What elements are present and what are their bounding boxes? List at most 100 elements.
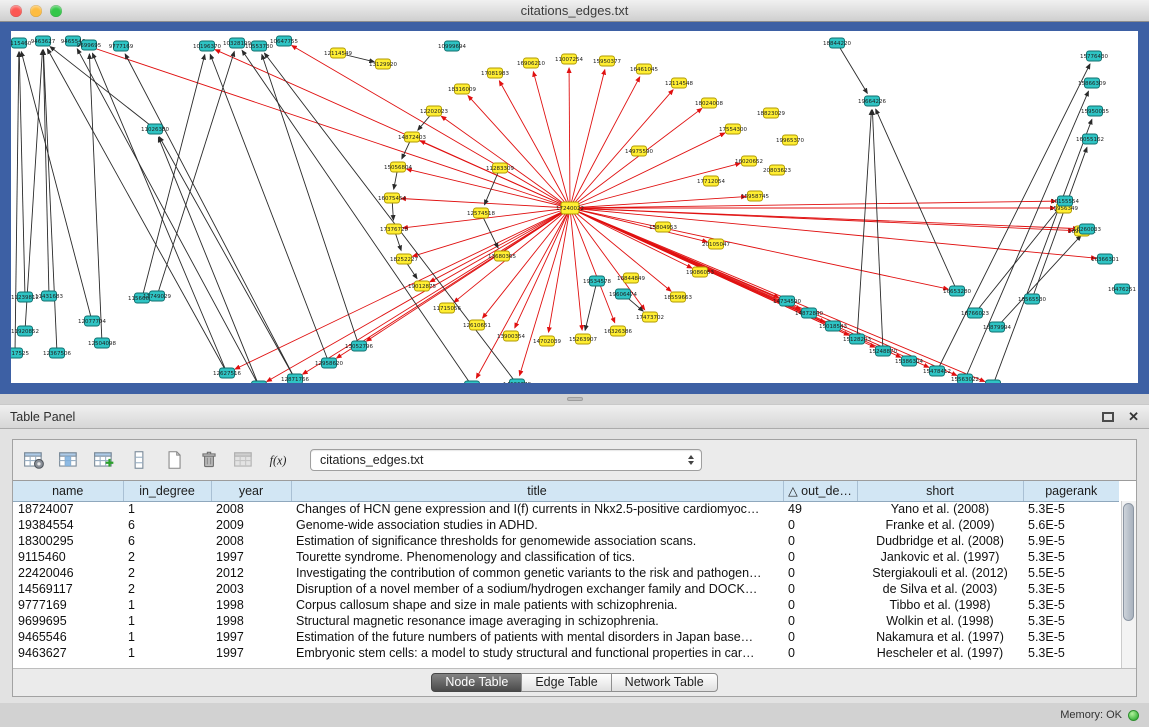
graph-node[interactable] — [42, 291, 57, 301]
graph-node[interactable] — [455, 84, 470, 94]
network-canvas[interactable]: 1724002215958745160206521755430018024008… — [11, 31, 1138, 383]
graph-edge[interactable] — [47, 49, 227, 373]
graph-edge[interactable] — [975, 208, 1059, 313]
graph-edge[interactable] — [242, 50, 472, 383]
graph-node[interactable] — [397, 254, 412, 264]
table-row[interactable]: 1938455462009Genome-wide association stu… — [13, 517, 1119, 533]
graph-node[interactable] — [990, 322, 1005, 332]
graph-node[interactable] — [387, 224, 402, 234]
graph-edge[interactable] — [441, 116, 570, 208]
graph-node[interactable] — [135, 293, 150, 303]
column-header[interactable]: name — [13, 481, 123, 501]
graph-node[interactable] — [576, 334, 591, 344]
graph-node[interactable] — [82, 40, 97, 50]
graph-node[interactable] — [470, 320, 485, 330]
graph-edge[interactable] — [570, 108, 702, 208]
graph-edge[interactable] — [570, 208, 985, 382]
graph-edge[interactable] — [570, 133, 725, 208]
graph-node[interactable] — [150, 291, 165, 301]
graph-node[interactable] — [950, 286, 965, 296]
graph-node[interactable] — [783, 135, 798, 145]
graph-node[interactable] — [770, 165, 785, 175]
graph-edge[interactable] — [77, 49, 259, 383]
graph-node[interactable] — [148, 124, 163, 134]
column-header[interactable]: year — [211, 481, 291, 501]
graph-node[interactable] — [1115, 284, 1130, 294]
graph-edge[interactable] — [89, 54, 102, 343]
graph-edge[interactable] — [43, 50, 49, 296]
graph-node[interactable] — [114, 41, 129, 51]
table-row[interactable]: 946554611997Estimation of the future num… — [13, 629, 1119, 645]
graph-node[interactable] — [277, 36, 292, 46]
graph-node[interactable] — [850, 334, 865, 344]
graph-node[interactable] — [427, 106, 442, 116]
graph-node[interactable] — [986, 380, 1001, 383]
graph-node[interactable] — [671, 292, 686, 302]
tab-edge-table[interactable]: Edge Table — [521, 673, 611, 692]
graph-node[interactable] — [391, 162, 406, 172]
graph-node[interactable] — [540, 336, 555, 346]
graph-edge[interactable] — [476, 208, 570, 378]
graph-node[interactable] — [488, 68, 503, 78]
column-header[interactable]: in_degree — [123, 481, 211, 501]
graph-edge[interactable] — [19, 52, 25, 297]
column-header[interactable]: pagerank — [1023, 481, 1119, 501]
network-window-titlebar[interactable]: citations_edges.txt — [0, 0, 1149, 22]
graph-node[interactable] — [495, 251, 510, 261]
graph-node[interactable] — [624, 273, 639, 283]
column-header[interactable]: title — [291, 481, 783, 501]
import-table-button[interactable] — [231, 448, 257, 472]
graph-node[interactable] — [415, 281, 430, 291]
graph-node[interactable] — [493, 163, 508, 173]
graph-node[interactable] — [764, 108, 779, 118]
graph-edge[interactable] — [520, 208, 570, 375]
graph-node[interactable] — [95, 338, 110, 348]
graph-edge[interactable] — [210, 54, 329, 363]
graph-edge[interactable] — [570, 208, 582, 330]
graph-node[interactable] — [510, 379, 525, 383]
float-panel-icon[interactable] — [1102, 412, 1114, 422]
graph-node[interactable] — [656, 222, 671, 232]
graph-edge[interactable] — [570, 201, 1056, 208]
graph-node[interactable] — [958, 374, 973, 383]
table-row[interactable]: 969969511998Structural magnetic resonanc… — [13, 613, 1119, 629]
graph-node[interactable] — [331, 48, 346, 58]
graph-node[interactable] — [693, 267, 708, 277]
graph-edge[interactable] — [570, 90, 673, 208]
graph-edge[interactable] — [857, 110, 871, 339]
graph-node[interactable] — [561, 202, 579, 214]
graph-edge[interactable] — [235, 208, 570, 369]
graph-node[interactable] — [252, 41, 267, 51]
graph-edge[interactable] — [407, 169, 570, 208]
graph-node[interactable] — [742, 156, 757, 166]
zoom-window-button[interactable] — [50, 5, 62, 17]
graph-node[interactable] — [1080, 224, 1095, 234]
graph-edge[interactable] — [499, 81, 570, 208]
graph-node[interactable] — [445, 41, 460, 51]
graph-node[interactable] — [1083, 134, 1098, 144]
graph-edge[interactable] — [158, 137, 259, 383]
graph-node[interactable] — [66, 36, 81, 46]
graph-node[interactable] — [200, 41, 215, 51]
graph-edge[interactable] — [965, 91, 1088, 379]
graph-edge[interactable] — [125, 54, 295, 379]
graph-node[interactable] — [802, 308, 817, 318]
graph-edge[interactable] — [43, 50, 57, 353]
graph-node[interactable] — [968, 308, 983, 318]
graph-node[interactable] — [611, 326, 626, 336]
graph-node[interactable] — [230, 38, 245, 48]
graph-node[interactable] — [643, 312, 658, 322]
graph-node[interactable] — [902, 356, 917, 366]
graph-edge[interactable] — [1032, 147, 1087, 299]
table-selector-dropdown[interactable]: citations_edges.txt — [310, 449, 702, 471]
table-settings-button[interactable] — [21, 448, 47, 472]
graph-edge[interactable] — [997, 236, 1081, 327]
graph-node[interactable] — [18, 326, 33, 336]
graph-node[interactable] — [748, 191, 763, 201]
graph-node[interactable] — [1088, 106, 1103, 116]
graph-node[interactable] — [672, 78, 687, 88]
graph-node[interactable] — [288, 374, 303, 383]
graph-edge[interactable] — [570, 70, 605, 208]
close-panel-icon[interactable]: ✕ — [1128, 410, 1139, 423]
graph-node[interactable] — [474, 208, 489, 218]
